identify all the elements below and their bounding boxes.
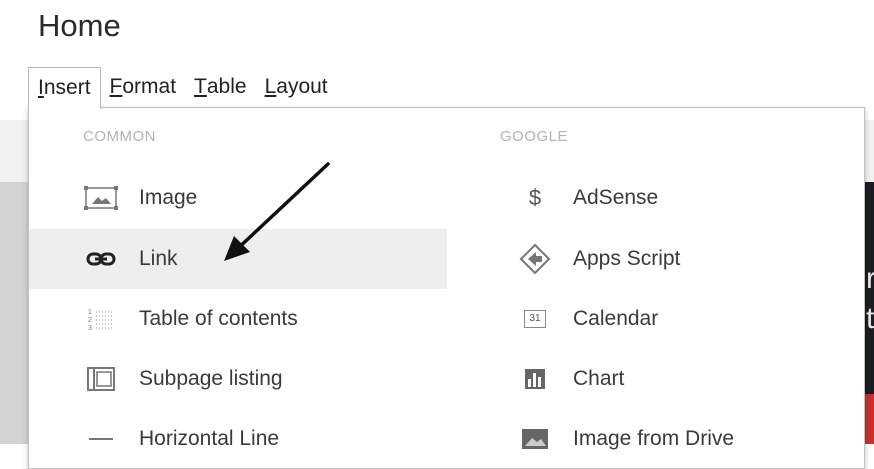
menu-label: ormat (122, 75, 177, 98)
menu-item-label: Link (139, 247, 178, 270)
insert-menu-dropdown: COMMON Image Link 1 2 3 Table of content… (28, 107, 865, 469)
menu-insert[interactable]: Insert (28, 66, 101, 109)
calendar-glyph: 31 (524, 310, 546, 328)
subpage-listing-icon (81, 366, 121, 392)
menu-label: ayout (276, 75, 328, 98)
horizontal-line-icon (81, 434, 121, 444)
menu-item-label: Table of contents (139, 307, 298, 330)
menu-mnemonic: F (109, 75, 123, 98)
menu-item-label: Chart (573, 367, 625, 390)
menu-item-calendar[interactable]: 31 Calendar (447, 289, 865, 349)
menu-mnemonic: L (264, 75, 277, 98)
calendar-icon: 31 (515, 310, 555, 328)
menu-item-image-from-drive[interactable]: Image from Drive (447, 409, 865, 469)
menu-item-apps-script[interactable]: Apps Script (447, 229, 865, 289)
menu-item-label: Image from Drive (573, 427, 735, 450)
menu-item-horizontal-line[interactable]: Horizontal Line (29, 409, 447, 469)
menu-item-label: Subpage listing (139, 367, 283, 390)
menu-item-adsense[interactable]: $ AdSense (447, 168, 865, 228)
menu-item-label: Horizontal Line (139, 427, 280, 450)
section-heading-google: GOOGLE (500, 128, 569, 145)
dollar-icon: $ (528, 185, 542, 210)
menu-layout[interactable]: Layout (256, 67, 337, 107)
page-left-background (0, 182, 30, 444)
menu-label: able (206, 75, 247, 98)
background-red-block (864, 394, 874, 444)
page-title: Home (38, 8, 121, 43)
chart-icon (515, 367, 555, 391)
editor-menubar: Insert Format Table Layout (28, 66, 337, 109)
menu-item-subpage-listing[interactable]: Subpage listing (29, 349, 447, 409)
menu-label: nsert (43, 76, 91, 99)
image-icon (81, 185, 121, 211)
menu-item-chart[interactable]: Chart (447, 349, 865, 409)
page-right-background: r t (864, 182, 874, 444)
menu-item-label: Image (139, 186, 198, 209)
background-text-fragment: t (866, 302, 874, 335)
svg-text:2: 2 (88, 317, 92, 324)
link-icon (81, 251, 121, 267)
background-text-fragment: r (866, 262, 874, 295)
menu-table[interactable]: Table (185, 67, 256, 107)
annotation-arrow (224, 162, 330, 261)
menu-item-label: Calendar (573, 307, 659, 330)
svg-text:3: 3 (88, 325, 92, 332)
menu-item-label: Apps Script (573, 247, 681, 270)
table-of-contents-icon: 1 2 3 (81, 306, 121, 332)
menu-mnemonic: T (194, 75, 207, 98)
menu-item-label: AdSense (573, 186, 659, 209)
menu-format[interactable]: Format (101, 67, 186, 107)
section-heading-common: COMMON (83, 128, 156, 145)
svg-text:1: 1 (88, 309, 92, 316)
apps-script-icon (515, 243, 555, 275)
drive-image-icon (515, 427, 555, 451)
menu-item-table-of-contents[interactable]: 1 2 3 Table of contents (29, 289, 447, 349)
